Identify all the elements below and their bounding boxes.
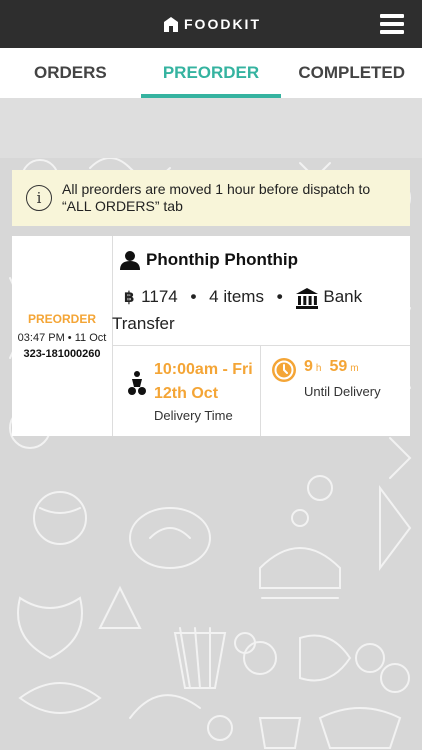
order-id: 323-181000260 — [23, 348, 101, 360]
hamburger-menu-icon[interactable] — [380, 14, 404, 34]
countdown-label: Until Delivery — [304, 384, 381, 399]
delivery-label: Delivery Time — [154, 408, 233, 423]
hours-unit: h — [315, 363, 322, 374]
customer-row: Phonthip Phonthip — [120, 250, 298, 270]
countdown-value: 9 h 59 m — [304, 358, 367, 376]
order-timestamp: 03:47 PM • 11 Oct — [17, 332, 107, 344]
order-card[interactable]: PREORDER 03:47 PM • 11 Oct 323-181000260… — [12, 236, 410, 436]
order-meta: ฿ 1174 • 4 items • Bank Transfer — [112, 284, 408, 337]
tab-preorder[interactable]: PREORDER — [140, 48, 282, 98]
preorder-notice: i All preorders are moved 1 hour before … — [12, 170, 410, 226]
delivery-time: 10:00am - Fri 12th Oct — [154, 361, 253, 402]
status-badge: PREORDER — [27, 312, 96, 326]
tab-completed[interactable]: COMPLETED — [281, 48, 422, 98]
order-summary: PREORDER 03:47 PM • 11 Oct 323-181000260 — [12, 236, 112, 436]
customer-name: Phonthip Phonthip — [146, 250, 299, 269]
home-logo-icon — [164, 16, 178, 32]
info-icon: i — [26, 185, 52, 211]
separator-dot: • — [276, 287, 283, 306]
tab-orders[interactable]: ORDERS — [0, 48, 141, 98]
clock-icon — [272, 358, 296, 382]
top-bar: FOODKIT — [0, 0, 422, 48]
countdown-hours: 9 — [304, 358, 313, 375]
countdown-minutes: 59 — [329, 358, 348, 375]
tab-bar: ORDERS PREORDER COMPLETED — [0, 48, 422, 98]
brand: FOODKIT — [164, 16, 261, 32]
separator-dot: • — [190, 287, 197, 306]
delivery-time-block: 10:00am - Fri 12th Oct Delivery Time — [112, 346, 260, 436]
bank-icon — [296, 287, 319, 309]
minutes-unit: m — [350, 363, 359, 374]
item-count: 4 items — [209, 287, 264, 306]
user-icon — [120, 251, 140, 270]
baht-icon: ฿ — [124, 289, 135, 306]
countdown-block: 9 h 59 m Until Delivery — [260, 346, 410, 436]
brand-name: FOODKIT — [184, 16, 261, 32]
notice-text: All preorders are moved 1 hour before di… — [62, 181, 371, 214]
order-total: 1174 — [141, 287, 178, 306]
scooter-icon — [128, 371, 146, 395]
